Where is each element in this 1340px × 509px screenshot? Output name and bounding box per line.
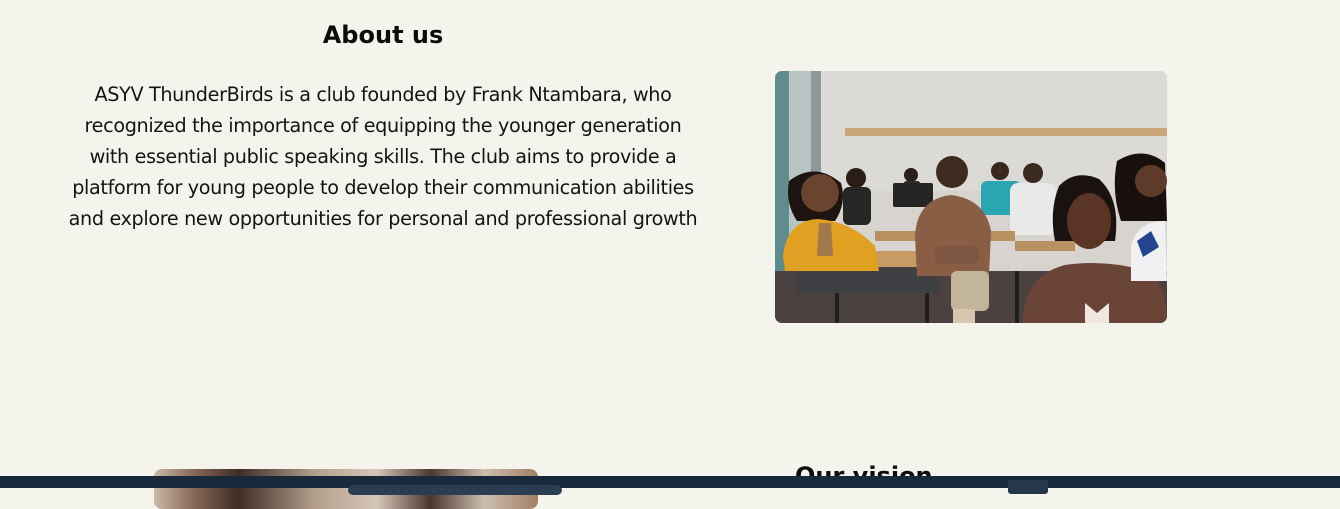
photo-student-white-shirt — [1010, 183, 1056, 235]
about-us-paragraph: ASYV ThunderBirds is a club founded by F… — [68, 83, 698, 230]
taskbar-search-pill[interactable] — [348, 485, 562, 495]
taskbar-app-button[interactable] — [1008, 480, 1048, 494]
classroom-photo-illustration — [775, 71, 1167, 323]
bottom-taskbar — [0, 476, 1340, 495]
photo-wall-rail — [845, 128, 1167, 136]
classroom-photo — [775, 71, 1167, 323]
photo-laptop — [893, 183, 933, 207]
about-us-heading: About us — [322, 21, 444, 49]
